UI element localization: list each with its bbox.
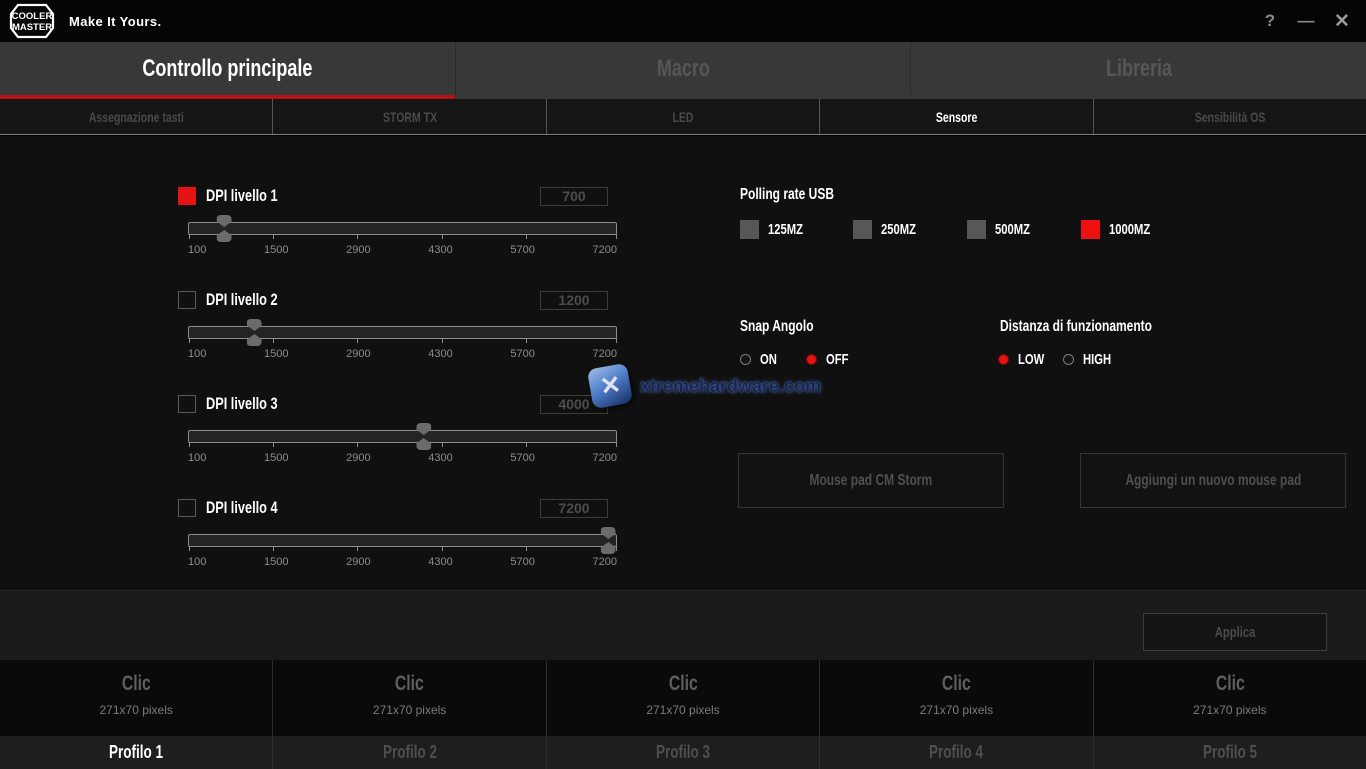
profile-tab-5[interactable]: Profilo 5	[1093, 736, 1366, 769]
app-window: COOLER MASTER Make It Yours. ? — ✕ Contr…	[0, 0, 1366, 769]
svg-text:MASTER: MASTER	[12, 22, 52, 33]
slider-tick-labels: 10015002900430057007200	[188, 452, 617, 464]
snap-on-radio[interactable]	[740, 354, 751, 365]
footer-bar: Applica	[0, 590, 1366, 660]
tab-libreria[interactable]: Libreria	[910, 42, 1366, 99]
dpi-level-4-label: DPI livello 4	[206, 498, 278, 518]
dpi-level-1-group: DPI livello 1 700 1001500290043005700720…	[178, 186, 619, 278]
dpi-level-3-slider[interactable]	[188, 430, 617, 443]
slider-track[interactable]	[188, 534, 617, 547]
profile-tab-4[interactable]: Profilo 4	[819, 736, 1092, 769]
profile-slot-3[interactable]: Clic 271x70 pixels	[546, 660, 819, 736]
mousepad-button[interactable]: Mouse pad CM Storm	[738, 453, 1004, 508]
subtab-storm-tx[interactable]: STORM TX	[272, 99, 545, 134]
polling-1000-checkbox[interactable]	[1081, 220, 1100, 239]
dpi-level-4-checkbox[interactable]	[178, 499, 196, 517]
dpi-level-4-value[interactable]: 7200	[540, 499, 608, 518]
dpi-level-1-value[interactable]: 700	[540, 187, 608, 206]
lift-distance-low[interactable]: LOW	[998, 349, 1053, 369]
high-radio[interactable]	[1063, 354, 1074, 365]
polling-option-1000mz[interactable]: 1000MZ	[1081, 219, 1164, 239]
lift-distance-title: Distanza di funzionamento	[1000, 318, 1203, 336]
help-icon[interactable]: ?	[1256, 7, 1284, 35]
dpi-level-2-checkbox[interactable]	[178, 291, 196, 309]
snap-off-radio[interactable]	[806, 354, 817, 365]
slider-track[interactable]	[188, 430, 617, 443]
dpi-level-4-slider[interactable]	[188, 534, 617, 547]
polling-option-125mz[interactable]: 125MZ	[740, 219, 815, 239]
slider-tick-labels: 10015002900430057007200	[188, 556, 617, 568]
dpi-level-3-group: DPI livello 3 4000 100150029004300570072…	[178, 394, 619, 486]
cooler-master-logo-icon: COOLER MASTER	[9, 3, 55, 39]
profile-tab-1[interactable]: Profilo 1	[0, 736, 272, 769]
subtab-sensore[interactable]: Sensore	[819, 99, 1092, 134]
lift-distance-high[interactable]: HIGH	[1063, 349, 1121, 369]
dpi-level-1-checkbox[interactable]	[178, 187, 196, 205]
profile-tab-3[interactable]: Profilo 3	[546, 736, 819, 769]
dpi-level-2-value[interactable]: 1200	[540, 291, 608, 310]
apply-button[interactable]: Applica	[1143, 613, 1327, 651]
snap-angle-title: Snap Angolo	[740, 318, 838, 336]
slider-handle[interactable]	[217, 215, 232, 242]
subtab-sensibilita-os[interactable]: Sensibilità OS	[1093, 99, 1366, 134]
profile-tab-row: Profilo 1 Profilo 2 Profilo 3 Profilo 4 …	[0, 736, 1366, 769]
polling-125-checkbox[interactable]	[740, 220, 759, 239]
sensor-panel: DPI livello 1 700 1001500290043005700720…	[0, 136, 1366, 590]
tab-controllo-principale[interactable]: Controllo principale	[0, 42, 455, 99]
polling-500-checkbox[interactable]	[967, 220, 986, 239]
profile-tab-2[interactable]: Profilo 2	[272, 736, 545, 769]
slider-handle[interactable]	[601, 527, 616, 554]
polling-rate-title: Polling rate USB	[740, 186, 865, 204]
dpi-level-3-label: DPI livello 3	[206, 394, 278, 414]
subtab-led[interactable]: LED	[546, 99, 819, 134]
brand-tagline: Make It Yours.	[69, 14, 162, 29]
close-icon[interactable]: ✕	[1328, 7, 1356, 35]
profile-slot-row: Clic 271x70 pixels Clic 271x70 pixels Cl…	[0, 660, 1366, 736]
svg-text:COOLER: COOLER	[12, 11, 53, 22]
dpi-level-3-checkbox[interactable]	[178, 395, 196, 413]
sub-tab-bar: Assegnazione tasti STORM TX LED Sensore …	[0, 99, 1366, 135]
dpi-level-2-slider[interactable]	[188, 326, 617, 339]
minimize-icon[interactable]: —	[1292, 7, 1320, 35]
profile-slot-2[interactable]: Clic 271x70 pixels	[272, 660, 545, 736]
polling-option-250mz[interactable]: 250MZ	[853, 219, 928, 239]
dpi-level-1-slider[interactable]	[188, 222, 617, 235]
add-mousepad-button[interactable]: Aggiungi un nuovo mouse pad	[1080, 453, 1346, 508]
window-controls: ? — ✕	[1256, 0, 1356, 42]
slider-handle[interactable]	[247, 319, 262, 346]
dpi-level-2-label: DPI livello 2	[206, 290, 278, 310]
xtremehardware-logo-icon: ✕	[587, 363, 633, 409]
slider-track[interactable]	[188, 222, 617, 235]
low-radio[interactable]	[998, 354, 1009, 365]
dpi-level-1-label: DPI livello 1	[206, 186, 278, 206]
main-tab-bar: Controllo principale Macro Libreria	[0, 42, 1366, 99]
polling-option-500mz[interactable]: 500MZ	[967, 219, 1042, 239]
slider-handle[interactable]	[416, 423, 431, 450]
slider-tick-labels: 10015002900430057007200	[188, 348, 617, 360]
profile-slot-5[interactable]: Clic 271x70 pixels	[1093, 660, 1366, 736]
dpi-level-2-group: DPI livello 2 1200 100150029004300570072…	[178, 290, 619, 382]
tab-macro[interactable]: Macro	[455, 42, 911, 99]
watermark-text: xtremehardware.com	[640, 376, 821, 397]
watermark: ✕ xtremehardware.com	[590, 366, 821, 406]
subtab-assegnazione-tasti[interactable]: Assegnazione tasti	[0, 99, 272, 134]
polling-250-checkbox[interactable]	[853, 220, 872, 239]
slider-tick-labels: 10015002900430057007200	[188, 244, 617, 256]
profile-slot-1[interactable]: Clic 271x70 pixels	[0, 660, 272, 736]
profile-slot-4[interactable]: Clic 271x70 pixels	[819, 660, 1092, 736]
titlebar: COOLER MASTER Make It Yours. ? — ✕	[0, 0, 1366, 42]
dpi-level-4-group: DPI livello 4 7200 100150029004300570072…	[178, 498, 619, 590]
